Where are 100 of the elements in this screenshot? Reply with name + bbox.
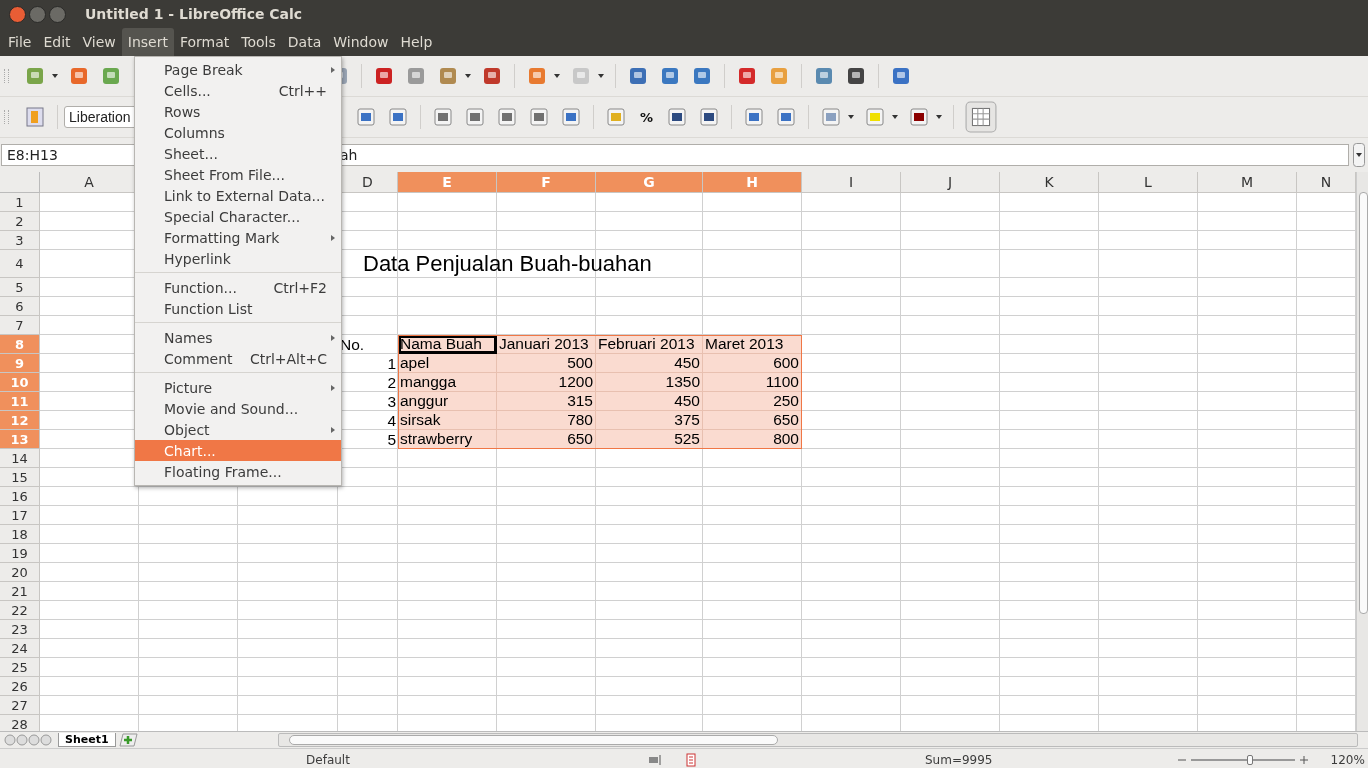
table-cell: 250: [703, 392, 802, 411]
menu-item[interactable]: Edit: [37, 28, 77, 56]
row-header[interactable]: 24: [0, 639, 40, 658]
menu-item[interactable]: Names: [135, 327, 341, 348]
table-cell: 1100: [703, 373, 802, 392]
table-cell: 450: [596, 354, 703, 373]
row-header[interactable]: 19: [0, 544, 40, 563]
menu-item[interactable]: Floating Frame...: [135, 461, 341, 482]
dropdown-arrow-icon[interactable]: [51, 72, 59, 80]
expand-formula-button[interactable]: [1353, 143, 1365, 167]
menu-item[interactable]: Comment Ctrl+Alt+C: [135, 348, 341, 369]
row-header[interactable]: 5: [0, 278, 40, 297]
add-sheet-icon[interactable]: [117, 733, 138, 747]
window-title: Untitled 1 - LibreOffice Calc: [84, 6, 303, 22]
table-cell: 450: [596, 392, 703, 411]
row-header[interactable]: 17: [0, 506, 40, 525]
horizontal-scrollbar[interactable]: [277, 733, 1358, 747]
row-header[interactable]: 4: [0, 250, 40, 278]
table-cell: anggur: [398, 392, 497, 411]
menu-item[interactable]: Page Break: [135, 59, 341, 80]
row-header[interactable]: 1: [0, 193, 40, 212]
menu-item[interactable]: Function List: [135, 298, 341, 319]
sum-display: Sum=9995: [925, 752, 993, 767]
column-header[interactable]: J: [901, 172, 1000, 193]
sheet-title: Data Penjualan Buah-buahan: [362, 250, 653, 278]
zoom-percent: 120%: [1330, 752, 1365, 767]
table-cell: 375: [596, 411, 703, 430]
table-cell-text: 5: [386, 430, 397, 449]
row-header[interactable]: 25: [0, 658, 40, 677]
row-header[interactable]: 15: [0, 468, 40, 487]
table-cell-text: 2: [386, 373, 397, 392]
menu-item[interactable]: Window: [327, 28, 395, 56]
vertical-scrollbar[interactable]: [1356, 172, 1368, 731]
page-style-label: Default: [305, 752, 351, 767]
row-header[interactable]: 27: [0, 696, 40, 715]
close-button[interactable]: [9, 5, 26, 23]
row-header[interactable]: 26: [0, 677, 40, 696]
maximize-button[interactable]: [49, 5, 66, 23]
table-cell: sirsak: [398, 411, 497, 430]
row-header[interactable]: 7: [0, 316, 40, 335]
row-header[interactable]: 22: [0, 601, 40, 620]
dropdown-arrow-icon[interactable]: [597, 72, 605, 80]
menu-item[interactable]: Picture: [135, 377, 341, 398]
row-header[interactable]: 14: [0, 449, 40, 468]
table-cell-text: 3: [386, 392, 397, 411]
table-cell: 1350: [596, 373, 703, 392]
menu-item[interactable]: Special Character...: [135, 206, 341, 227]
sheet-tab[interactable]: Sheet1: [58, 733, 116, 747]
menu-item[interactable]: File: [2, 28, 38, 56]
name-box[interactable]: E8:H13: [1, 144, 135, 166]
menu-item[interactable]: Data: [281, 28, 328, 56]
menu-item[interactable]: Tools: [235, 28, 282, 56]
grid-lines-toggle-icon[interactable]: [965, 101, 998, 133]
dropdown-arrow-icon[interactable]: [891, 113, 900, 121]
minimize-button[interactable]: [29, 5, 46, 23]
table-cell: 600: [703, 354, 802, 373]
document-modified-icon: [684, 752, 698, 767]
table-cell-text: 4: [386, 411, 397, 430]
column-header[interactable]: N: [1297, 172, 1356, 193]
menu-item[interactable]: Help: [394, 28, 439, 56]
row-header[interactable]: 2: [0, 212, 40, 231]
zoom-in-icon[interactable]: [1298, 754, 1309, 765]
menu-item[interactable]: Cells... Ctrl++: [135, 80, 341, 101]
submenu-arrow-icon: [330, 383, 336, 392]
submenu-arrow-icon: [330, 333, 336, 342]
row-header[interactable]: 23: [0, 620, 40, 639]
table-cell: apel: [398, 354, 497, 373]
row-header[interactable]: 20: [0, 563, 40, 582]
menu-item[interactable]: Function... Ctrl+F2: [135, 277, 341, 298]
submenu-arrow-icon: [330, 233, 336, 242]
column-header[interactable]: M: [1198, 172, 1297, 193]
row-header[interactable]: 6: [0, 297, 40, 316]
menu-item[interactable]: Movie and Sound...: [135, 398, 341, 419]
row-header[interactable]: 28: [0, 715, 40, 731]
table-cell-text: 1: [386, 354, 397, 373]
menu-item[interactable]: Insert: [121, 28, 174, 56]
table-cell: 650: [703, 411, 802, 430]
dropdown-arrow-icon[interactable]: [847, 113, 856, 121]
column-header[interactable]: L: [1099, 172, 1198, 193]
row-header[interactable]: 3: [0, 231, 40, 250]
column-header[interactable]: K: [1000, 172, 1099, 193]
table-cell: mangga: [398, 373, 497, 392]
table-cell: 315: [497, 392, 596, 411]
menu-item[interactable]: Format: [173, 28, 236, 56]
dropdown-arrow-icon[interactable]: [464, 72, 472, 80]
column-header[interactable]: I: [802, 172, 901, 193]
table-cell: 780: [497, 411, 596, 430]
dropdown-arrow-icon[interactable]: [553, 72, 561, 80]
menu-item[interactable]: View: [76, 28, 122, 56]
menu-item[interactable]: Formatting Mark: [135, 227, 341, 248]
row-header[interactable]: 21: [0, 582, 40, 601]
menu-item[interactable]: Object: [135, 419, 341, 440]
row-header[interactable]: 18: [0, 525, 40, 544]
table-cell: 1200: [497, 373, 596, 392]
dropdown-arrow-icon[interactable]: [935, 113, 944, 121]
submenu-arrow-icon: [330, 425, 336, 434]
selection-mode-icon: [648, 752, 662, 767]
row-header[interactable]: 16: [0, 487, 40, 506]
menu-item[interactable]: Hyperlink: [135, 248, 341, 269]
percent-format-button[interactable]: %: [640, 109, 654, 125]
